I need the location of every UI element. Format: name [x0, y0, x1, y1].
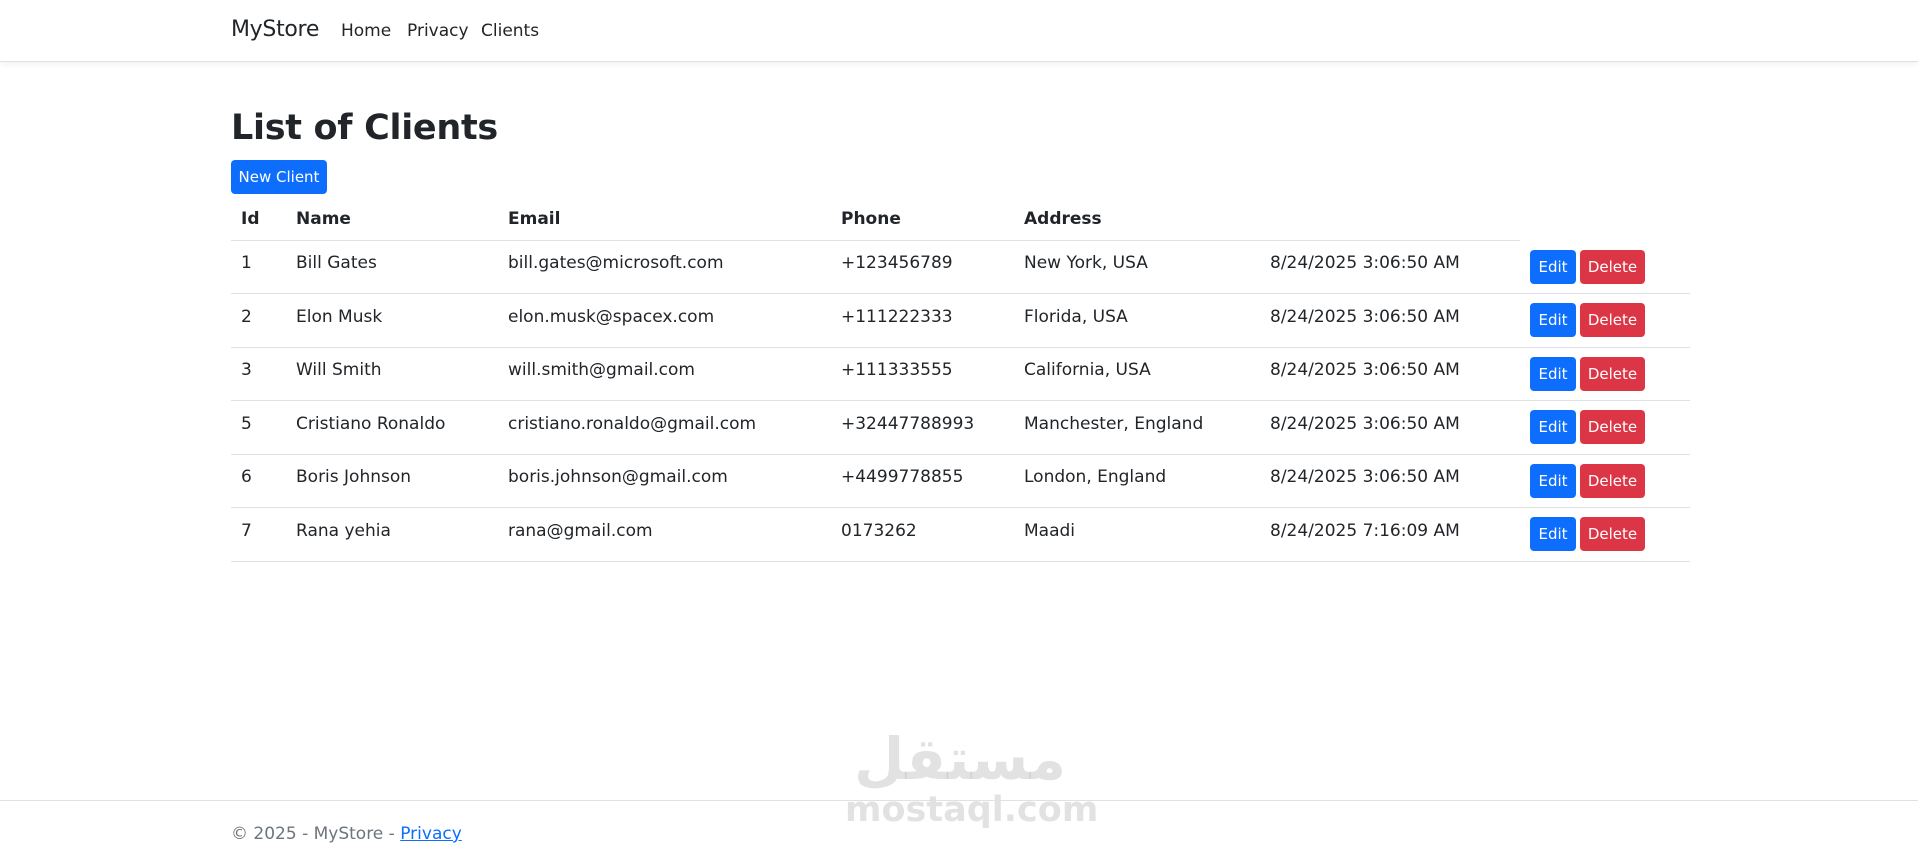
- header-phone: Phone: [831, 198, 1014, 241]
- cell-phone: +123456789: [831, 240, 1014, 294]
- cell-created: 8/24/2025 3:06:50 AM: [1260, 454, 1520, 508]
- header-address: Address: [1014, 198, 1260, 241]
- cell-email: rana@gmail.com: [498, 507, 831, 562]
- cell-address: Maadi: [1014, 507, 1260, 562]
- cell-id: 3: [231, 347, 286, 401]
- cell-actions: Edit Delete: [1520, 240, 1690, 294]
- cell-name: Elon Musk: [286, 293, 498, 348]
- cell-address: London, England: [1014, 454, 1260, 508]
- clients-table: Id Name Email Phone Address 1 Bill Gates b…: [231, 198, 1690, 562]
- cell-id: 6: [231, 454, 286, 508]
- cell-id: 7: [231, 507, 286, 562]
- cell-created: 8/24/2025 3:06:50 AM: [1260, 240, 1520, 294]
- table-row: 5 Cristiano Ronaldo cristiano.ronaldo@gmai…: [231, 400, 1690, 455]
- cell-phone: 0173262: [831, 507, 1014, 562]
- footer-privacy-link[interactable]: Privacy: [400, 824, 462, 844]
- footer: © 2025 - MyStore - Privacy: [0, 800, 1918, 858]
- delete-button[interactable]: Delete: [1580, 410, 1645, 445]
- edit-button[interactable]: Edit: [1530, 463, 1576, 498]
- header-created: [1260, 198, 1520, 241]
- table-row: 2 Elon Musk elon.musk@spacex.com +111222333…: [231, 293, 1690, 348]
- cell-name: Rana yehia: [286, 507, 498, 562]
- delete-button[interactable]: Delete: [1580, 517, 1645, 552]
- edit-button[interactable]: Edit: [1530, 303, 1576, 338]
- cell-address: Florida, USA: [1014, 293, 1260, 348]
- table-row: 7 Rana yehia rana@gmail.com 0173262 Maadi 8/2…: [231, 507, 1690, 562]
- cell-email: elon.musk@spacex.com: [498, 293, 831, 348]
- cell-name: Boris Johnson: [286, 454, 498, 508]
- cell-address: Manchester, England: [1014, 400, 1260, 455]
- table-header-row: Id Name Email Phone Address: [231, 198, 1690, 241]
- cell-id: 2: [231, 293, 286, 348]
- cell-email: boris.johnson@gmail.com: [498, 454, 831, 508]
- nav-link-home[interactable]: Home: [341, 21, 391, 41]
- edit-button[interactable]: Edit: [1530, 410, 1576, 445]
- nav-link-clients[interactable]: Clients: [481, 21, 539, 41]
- cell-actions: Edit Delete: [1520, 507, 1690, 562]
- cell-address: California, USA: [1014, 347, 1260, 401]
- delete-button[interactable]: Delete: [1580, 249, 1645, 284]
- cell-id: 1: [231, 240, 286, 294]
- page-title: List of Clients: [231, 108, 498, 148]
- clients-table-body: 1 Bill Gates bill.gates@microsoft.com +1234…: [231, 240, 1690, 562]
- table-row: 1 Bill Gates bill.gates@microsoft.com +1234…: [231, 240, 1690, 294]
- cell-name: Will Smith: [286, 347, 498, 401]
- delete-button[interactable]: Delete: [1580, 303, 1645, 338]
- table-row: 6 Boris Johnson boris.johnson@gmail.com +44…: [231, 454, 1690, 508]
- cell-phone: +4499778855: [831, 454, 1014, 508]
- cell-address: New York, USA: [1014, 240, 1260, 294]
- cell-created: 8/24/2025 3:06:50 AM: [1260, 347, 1520, 401]
- brand-link[interactable]: MyStore: [231, 17, 319, 42]
- cell-created: 8/24/2025 3:06:50 AM: [1260, 293, 1520, 348]
- watermark-arabic: مستقل: [853, 725, 1067, 793]
- cell-actions: Edit Delete: [1520, 347, 1690, 401]
- cell-created: 8/24/2025 7:16:09 AM: [1260, 507, 1520, 562]
- cell-email: will.smith@gmail.com: [498, 347, 831, 401]
- header-email: Email: [498, 198, 831, 241]
- new-client-button[interactable]: New Client: [231, 160, 327, 194]
- footer-text: © 2025 - MyStore - Privacy: [231, 824, 462, 844]
- top-navbar: MyStore Home Privacy Clients: [0, 0, 1918, 62]
- cell-actions: Edit Delete: [1520, 400, 1690, 455]
- delete-button[interactable]: Delete: [1580, 356, 1645, 391]
- footer-copyright: © 2025 - MyStore -: [231, 824, 401, 844]
- cell-name: Bill Gates: [286, 240, 498, 294]
- nav-link-privacy[interactable]: Privacy: [407, 21, 469, 41]
- cell-phone: +111333555: [831, 347, 1014, 401]
- cell-actions: Edit Delete: [1520, 454, 1690, 508]
- cell-id: 5: [231, 400, 286, 455]
- cell-actions: Edit Delete: [1520, 293, 1690, 348]
- header-name: Name: [286, 198, 498, 241]
- cell-phone: +32447788993: [831, 400, 1014, 455]
- cell-email: bill.gates@microsoft.com: [498, 240, 831, 294]
- edit-button[interactable]: Edit: [1530, 249, 1576, 284]
- cell-phone: +111222333: [831, 293, 1014, 348]
- edit-button[interactable]: Edit: [1530, 517, 1576, 552]
- delete-button[interactable]: Delete: [1580, 463, 1645, 498]
- edit-button[interactable]: Edit: [1530, 356, 1576, 391]
- table-row: 3 Will Smith will.smith@gmail.com +11133355…: [231, 347, 1690, 401]
- cell-name: Cristiano Ronaldo: [286, 400, 498, 455]
- cell-created: 8/24/2025 3:06:50 AM: [1260, 400, 1520, 455]
- cell-email: cristiano.ronaldo@gmail.com: [498, 400, 831, 455]
- header-actions: [1520, 198, 1690, 240]
- header-id: Id: [231, 198, 286, 241]
